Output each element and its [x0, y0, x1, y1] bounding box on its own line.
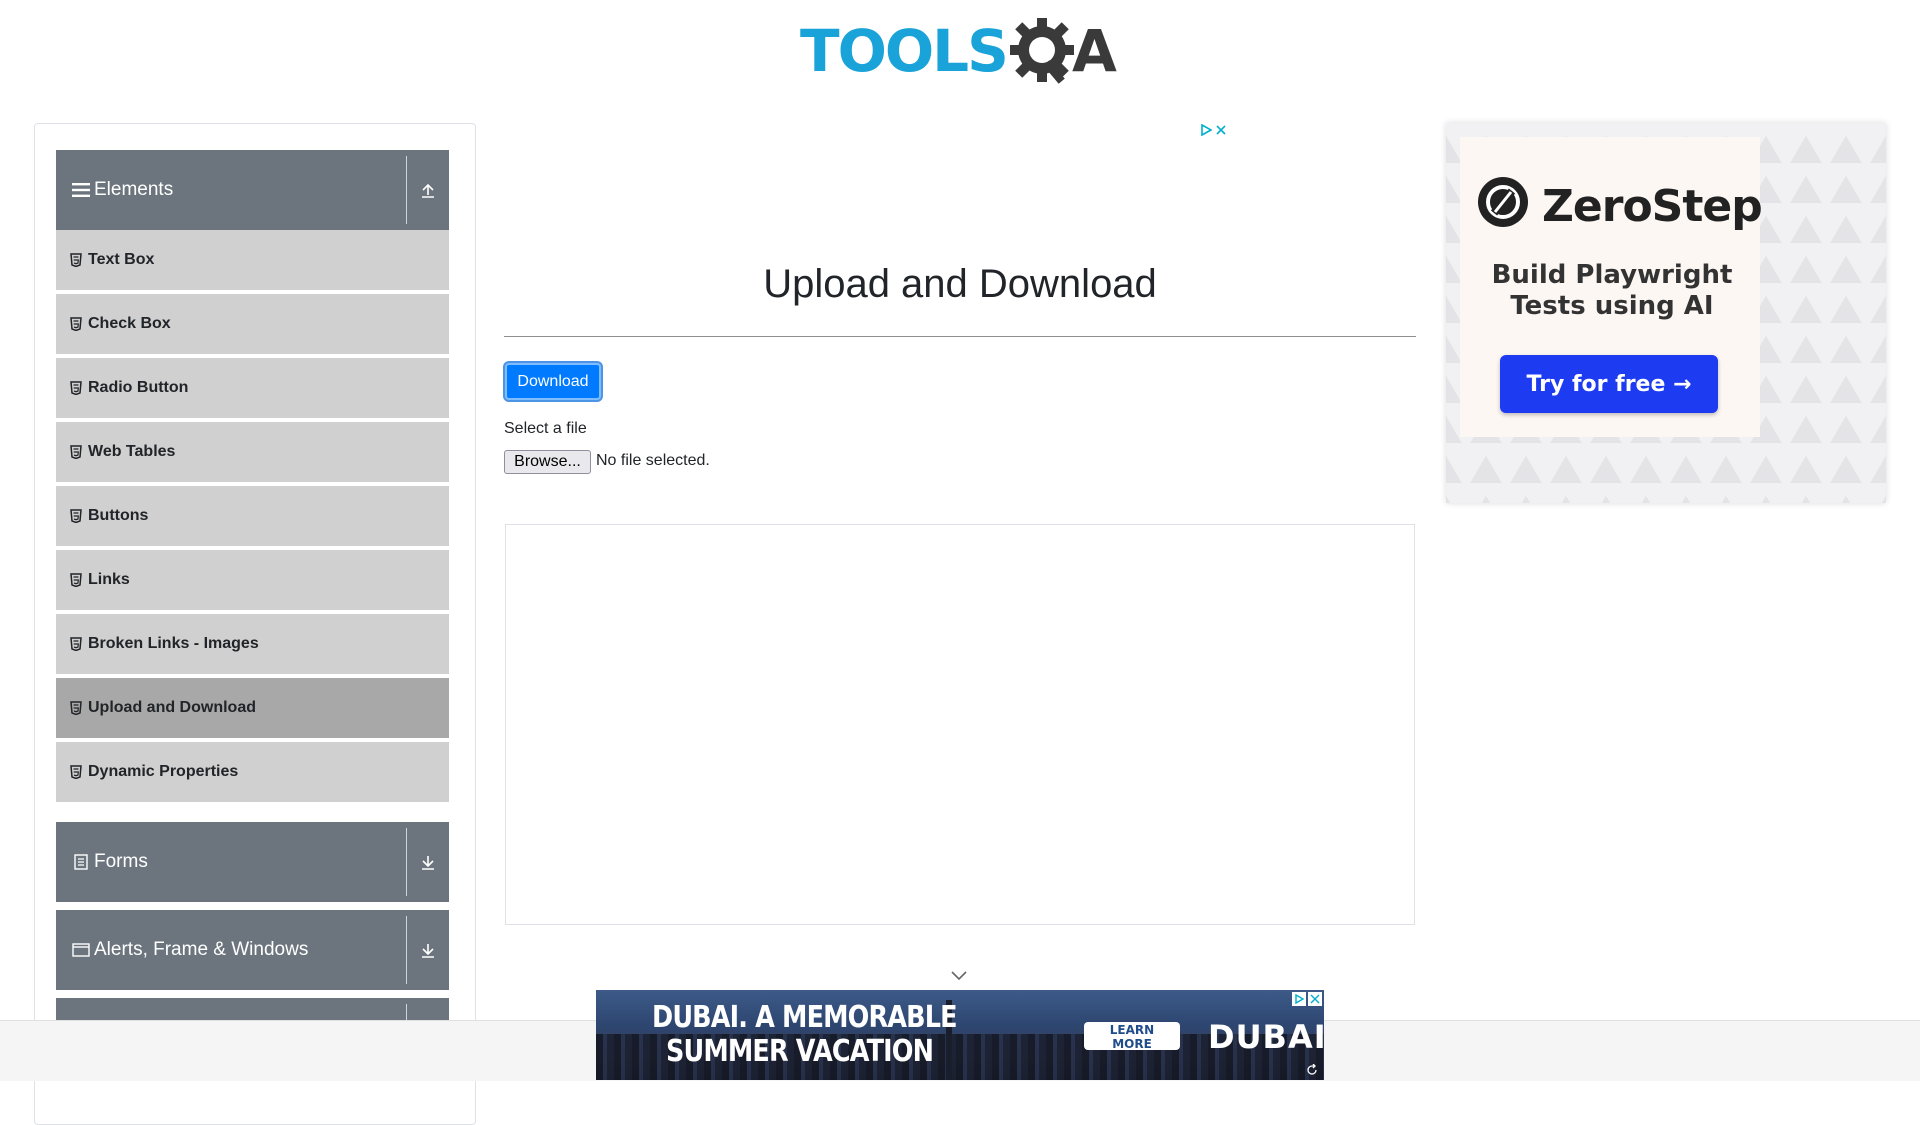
- try-for-free-button[interactable]: Try for free →: [1500, 355, 1718, 413]
- sidebar-item-label: Broken Links - Images: [88, 635, 259, 652]
- window-icon: [72, 941, 90, 959]
- sidebar-item-label: Dynamic Properties: [88, 763, 239, 780]
- ad-tagline: Build Playwright Tests using AI: [1491, 260, 1733, 321]
- page-title: Upload and Download: [763, 262, 1157, 306]
- download-button[interactable]: Download: [505, 363, 601, 400]
- html5-icon: [70, 317, 82, 331]
- toolsqa-logo[interactable]: TOOLS A: [800, 14, 1124, 92]
- sidebar-item-text-box[interactable]: Text Box: [56, 230, 449, 292]
- expand-down-icon[interactable]: [407, 910, 449, 990]
- html5-icon: [70, 381, 82, 395]
- sidebar-item-dynamic-properties[interactable]: Dynamic Properties: [56, 742, 449, 804]
- ad-headline-line1: DUBAI. A MEMORABLE: [652, 1000, 958, 1035]
- close-icon[interactable]: [1216, 125, 1226, 135]
- sidebar-item-check-box[interactable]: Check Box: [56, 294, 449, 356]
- group-header-forms[interactable]: Forms: [56, 822, 449, 902]
- group-label-forms: Forms: [94, 851, 148, 872]
- group-header-elements[interactable]: Elements: [56, 150, 449, 230]
- html5-icon: [70, 253, 82, 267]
- bottom-advertisement[interactable]: DUBAI. A MEMORABLE SUMMER VACATION LEARN…: [596, 990, 1324, 1080]
- learn-more-button[interactable]: LEARN MORE: [1084, 1022, 1180, 1051]
- sidebar-item-buttons[interactable]: Buttons: [56, 486, 449, 548]
- expand-down-icon[interactable]: [407, 822, 449, 902]
- collapse-up-icon[interactable]: [407, 150, 449, 230]
- html5-icon: [70, 509, 82, 523]
- logo-text-a: A: [1072, 17, 1117, 85]
- file-status-text: No file selected.: [596, 452, 710, 469]
- title-divider: [504, 336, 1416, 337]
- refresh-icon[interactable]: [1306, 1064, 1318, 1076]
- group-label-alerts-frame-windows: Alerts, Frame & Windows: [94, 939, 309, 960]
- ad-choices[interactable]: [1200, 124, 1226, 136]
- bottom-ad-choices[interactable]: [1292, 992, 1322, 1006]
- ad-headline-line2: SUMMER VACATION: [666, 1034, 934, 1069]
- ad-brand-name: ZeroStep: [1542, 181, 1763, 232]
- right-advertisement[interactable]: ZeroStep Build Playwright Tests using AI…: [1446, 123, 1886, 503]
- ad-brand-logo: DUBAI: [1208, 1018, 1324, 1056]
- html5-icon: [70, 701, 82, 715]
- html5-icon: [70, 573, 82, 587]
- close-icon[interactable]: [1308, 992, 1322, 1006]
- gear-icon: [1010, 18, 1074, 84]
- html5-icon: [70, 637, 82, 651]
- list-icon: [72, 181, 90, 199]
- group-label-elements: Elements: [94, 179, 174, 200]
- html5-icon: [70, 445, 82, 459]
- group-header-alerts-frame-windows[interactable]: Alerts, Frame & Windows: [56, 910, 449, 990]
- sidebar-item-label: Upload and Download: [88, 699, 256, 716]
- browse-button[interactable]: Browse...: [504, 450, 591, 474]
- sidebar-item-label: Text Box: [88, 251, 155, 268]
- result-area: [505, 524, 1415, 925]
- sidebar-item-web-tables[interactable]: Web Tables: [56, 422, 449, 484]
- sidebar-item-label: Radio Button: [88, 379, 189, 396]
- sidebar-item-label: Buttons: [88, 507, 149, 524]
- chevron-down-icon[interactable]: [950, 970, 968, 982]
- sidebar-item-broken-links-images[interactable]: Broken Links - Images: [56, 614, 449, 676]
- form-icon: [72, 853, 90, 871]
- adchoices-icon[interactable]: [1200, 124, 1212, 136]
- adchoices-icon[interactable]: [1292, 992, 1306, 1006]
- zerostep-logo-icon: [1478, 177, 1528, 227]
- sidebar-item-radio-button[interactable]: Radio Button: [56, 358, 449, 420]
- left-sidebar: Elements Text Box Check Box Radio Button…: [34, 123, 476, 1125]
- sidebar-item-links[interactable]: Links: [56, 550, 449, 612]
- sidebar-item-label: Web Tables: [88, 443, 176, 460]
- html5-icon: [70, 765, 82, 779]
- logo-text-tools: TOOLS: [800, 17, 1009, 85]
- sidebar-item-label: Links: [88, 571, 130, 588]
- sidebar-item-upload-and-download[interactable]: Upload and Download: [56, 678, 449, 740]
- sidebar-item-label: Check Box: [88, 315, 171, 332]
- select-file-label: Select a file: [504, 420, 587, 437]
